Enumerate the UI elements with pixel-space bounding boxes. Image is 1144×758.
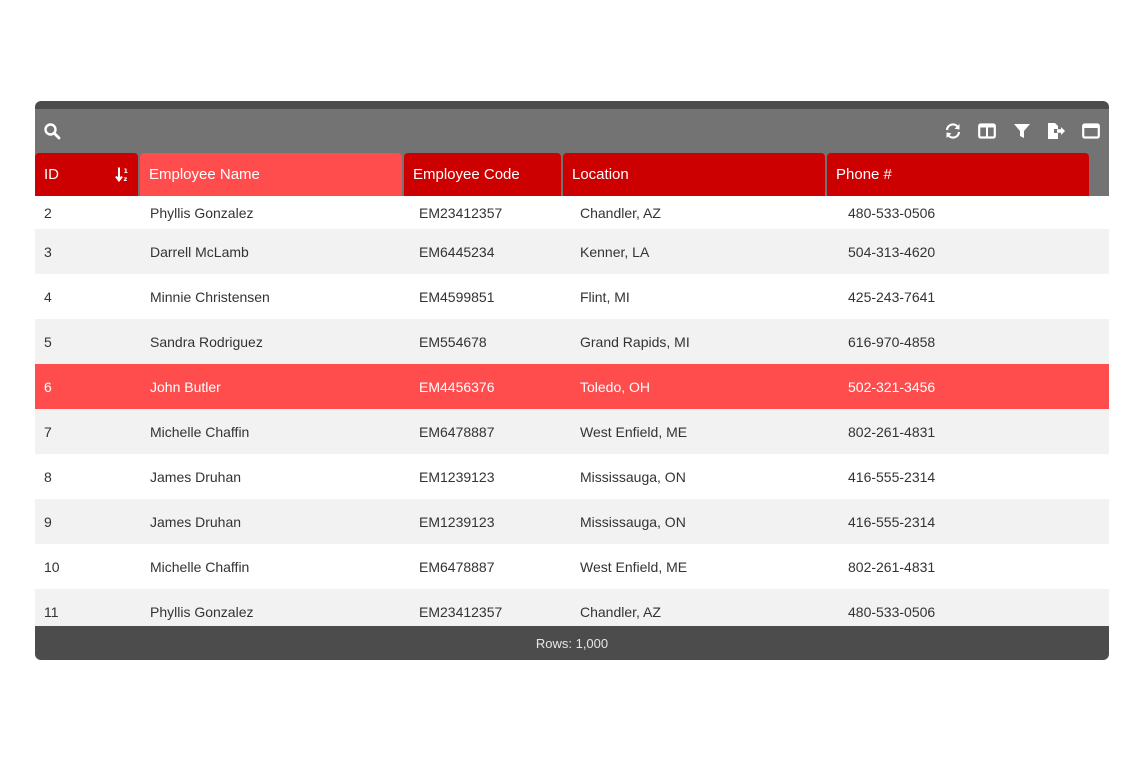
employee-grid: ID 1z Employee Name Employee Code Locati…	[35, 101, 1109, 660]
grid-header: ID 1z Employee Name Employee Code Locati…	[35, 153, 1109, 196]
cell-phone: 416-555-2314	[848, 513, 936, 530]
cell-id: 10	[44, 558, 60, 575]
column-header-label: ID	[44, 166, 59, 183]
cell-id: 8	[44, 468, 52, 485]
cell-employee-name: Phyllis Gonzalez	[150, 204, 254, 221]
table-row[interactable]: 2 Phyllis Gonzalez EM23412357 Chandler, AZ 4…	[35, 196, 1109, 229]
table-row[interactable]: 9 James Druhan EM1239123 Mississauga, ON 416…	[35, 499, 1109, 544]
cell-phone: 480-533-0506	[848, 603, 936, 620]
cell-employee-code: EM4599851	[419, 288, 495, 305]
cell-id: 7	[44, 423, 52, 440]
column-header-employee-code[interactable]: Employee Code	[404, 153, 561, 196]
column-header-label: Phone #	[836, 166, 892, 183]
grid-footer: Rows: 1,000	[35, 626, 1109, 660]
table-row[interactable]: 8 James Druhan EM1239123 Mississauga, ON 416…	[35, 454, 1109, 499]
cell-location: Chandler, AZ	[580, 603, 661, 620]
cell-location: West Enfield, ME	[580, 423, 688, 440]
cell-location: Flint, MI	[580, 288, 630, 305]
cell-id: 4	[44, 288, 52, 305]
column-header-phone[interactable]: Phone #	[827, 153, 1089, 196]
table-row[interactable]: 3 Darrell McLamb EM6445234 Kenner, LA 504-31…	[35, 229, 1109, 274]
columns-icon[interactable]	[976, 120, 998, 142]
column-header-label: Employee Name	[149, 166, 260, 183]
cell-id: 11	[44, 603, 59, 620]
grid-toolbar	[35, 109, 1109, 153]
cell-employee-name: Minnie Christensen	[150, 288, 270, 305]
table-row[interactable]: 4 Minnie Christensen EM4599851 Flint, MI 425…	[35, 274, 1109, 319]
cell-phone: 425-243-7641	[848, 288, 936, 305]
filter-icon[interactable]	[1011, 120, 1033, 142]
cell-phone: 802-261-4831	[848, 558, 936, 575]
cell-location: Grand Rapids, MI	[580, 333, 690, 350]
cell-employee-name: Phyllis Gonzalez	[150, 603, 254, 620]
cell-employee-code: EM23412357	[419, 204, 503, 221]
cell-employee-name: John Butler	[150, 378, 221, 395]
cell-employee-code: EM6445234	[419, 243, 495, 260]
cell-employee-code: EM4456376	[419, 378, 495, 395]
cell-employee-code: EM1239123	[419, 513, 495, 530]
window-icon[interactable]	[1080, 120, 1102, 142]
export-icon[interactable]	[1045, 120, 1067, 142]
cell-id: 6	[44, 378, 52, 395]
cell-phone: 480-533-0506	[848, 204, 936, 221]
cell-employee-code: EM6478887	[419, 558, 495, 575]
cell-phone: 416-555-2314	[848, 468, 936, 485]
cell-employee-name: Darrell McLamb	[150, 243, 249, 260]
cell-location: Kenner, LA	[580, 243, 650, 260]
cell-employee-name: James Druhan	[150, 513, 242, 530]
refresh-icon[interactable]	[942, 120, 964, 142]
cell-location: West Enfield, ME	[580, 558, 688, 575]
search-icon[interactable]	[41, 120, 63, 142]
sort-ascending-icon[interactable]: 1z	[115, 166, 131, 183]
cell-id: 5	[44, 333, 52, 350]
cell-id: 9	[44, 513, 52, 530]
row-count-label: Rows: 1,000	[535, 635, 609, 651]
cell-location: Chandler, AZ	[580, 204, 661, 221]
cell-id: 2	[44, 204, 52, 221]
cell-employee-code: EM1239123	[419, 468, 495, 485]
table-row[interactable]: 7 Michelle Chaffin EM6478887 West Enfield, …	[35, 409, 1109, 454]
cell-location: Toledo, OH	[580, 378, 651, 395]
column-header-label: Location	[572, 166, 629, 183]
svg-text:1: 1	[124, 167, 129, 175]
cell-location: Mississauga, ON	[580, 468, 686, 485]
cell-employee-name: Michelle Chaffin	[150, 558, 250, 575]
cell-employee-name: Sandra Rodriguez	[150, 333, 263, 350]
cell-location: Mississauga, ON	[580, 513, 686, 530]
table-row[interactable]: 10 Michelle Chaffin EM6478887 West Enfield,…	[35, 544, 1109, 589]
table-row-selected[interactable]: 6 John Butler EM4456376 Toledo, OH 502-321-3…	[35, 364, 1109, 409]
grid-body: 2 Phyllis Gonzalez EM23412357 Chandler, AZ 4…	[35, 196, 1109, 626]
table-row[interactable]: 5 Sandra Rodriguez EM554678 Grand Rapids, M…	[35, 319, 1109, 364]
cell-phone: 802-261-4831	[848, 423, 936, 440]
cell-employee-name: James Druhan	[150, 468, 242, 485]
column-header-location[interactable]: Location	[563, 153, 825, 196]
cell-phone: 616-970-4858	[848, 333, 936, 350]
cell-employee-code: EM6478887	[419, 423, 495, 440]
grid-top-border	[35, 101, 1109, 109]
cell-phone: 504-313-4620	[848, 243, 936, 260]
cell-employee-code: EM23412357	[419, 603, 503, 620]
table-row[interactable]: 11 Phyllis Gonzalez EM23412357 Chandler, AZ…	[35, 589, 1109, 626]
column-header-label: Employee Code	[413, 166, 520, 183]
cell-employee-name: Michelle Chaffin	[150, 423, 250, 440]
cell-phone: 502-321-3456	[848, 378, 936, 395]
column-header-employee-name[interactable]: Employee Name	[140, 153, 402, 196]
column-header-id[interactable]: ID 1z	[35, 153, 138, 196]
cell-employee-code: EM554678	[419, 333, 487, 350]
svg-text:z: z	[124, 175, 128, 183]
cell-id: 3	[44, 243, 52, 260]
